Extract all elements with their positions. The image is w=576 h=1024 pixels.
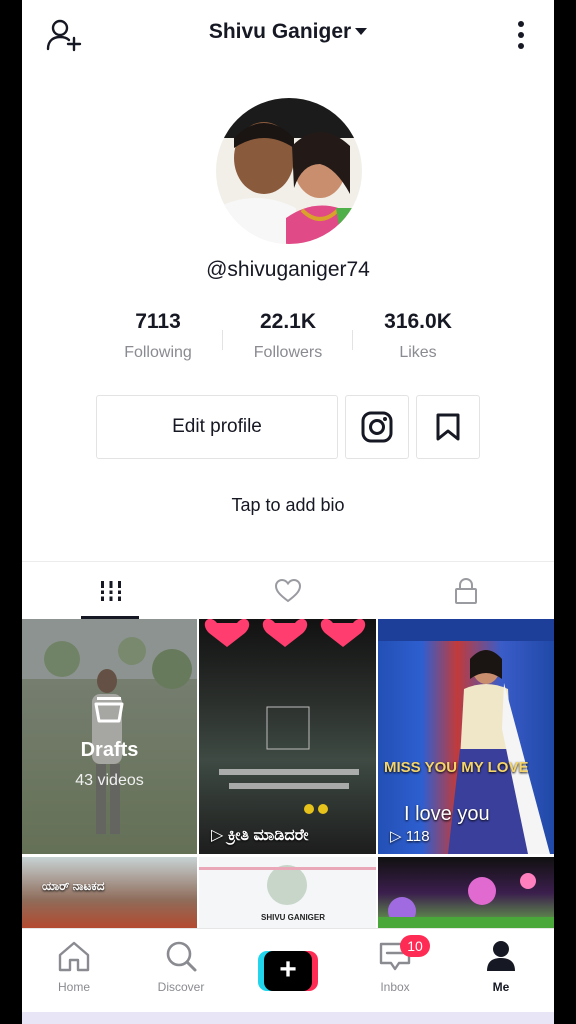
username: @shivuganiger74 — [206, 258, 370, 281]
nav-discover[interactable]: Discover — [136, 939, 226, 994]
video-thumbnail[interactable] — [378, 857, 554, 929]
video-artwork — [378, 873, 554, 929]
page-title: Shivu Ganiger — [208, 20, 352, 43]
nav-label: Discover — [157, 980, 205, 994]
nav-label: Home — [57, 980, 90, 994]
create-plus-icon: + — [264, 951, 312, 991]
nav-label: Inbox — [380, 980, 410, 994]
more-vertical-icon[interactable] — [516, 18, 526, 52]
stat-value: 22.1K — [259, 310, 317, 333]
grid-icon — [98, 581, 123, 601]
stat-value: 316.0K — [384, 310, 452, 333]
stat-value: 7113 — [135, 310, 181, 333]
drafts-box-icon — [94, 697, 124, 723]
video-caption: ಯಾರ್ ನಾಟಕದ — [42, 879, 105, 893]
nav-home[interactable]: Home — [29, 939, 119, 994]
tab-liked[interactable] — [199, 562, 376, 620]
video-caption: SHIVU GANIGER — [261, 913, 326, 922]
nav-me[interactable]: Me — [456, 939, 546, 994]
edit-profile-button[interactable]: Edit profile — [96, 395, 338, 459]
drafts-count: 43 videos — [75, 772, 144, 789]
video-grid: Drafts 43 videos ▷ ಕ್ರೀತಿ ಮಾಡಿದರೇ MISS Y… — [22, 619, 554, 929]
video-thumbnail[interactable]: SHIVU GANIGER — [199, 857, 376, 929]
chevron-down-icon — [355, 28, 368, 36]
bottom-nav: Home Discover + 10 Inbox Me — [22, 928, 554, 1012]
video-views: ▷ 118 — [390, 828, 430, 845]
system-gesture-bar — [22, 1012, 554, 1024]
video-thumbnail[interactable]: MISS YOU MY LOVE I love you ▷ 118 — [378, 619, 554, 854]
video-thumbnail[interactable]: ▷ ಕ್ರೀತಿ ಮಾಡಿದರೇ — [199, 619, 376, 854]
nav-label: Me — [492, 980, 510, 994]
home-icon — [58, 941, 90, 972]
tab-private[interactable] — [377, 562, 554, 620]
drafts-label: Drafts — [80, 739, 139, 761]
drafts-overlay — [22, 619, 197, 854]
lock-icon — [454, 577, 477, 604]
bio-prompt[interactable]: Tap to add bio — [22, 495, 554, 516]
content-tabs — [22, 561, 554, 620]
drafts-tile[interactable]: Drafts 43 videos — [22, 619, 197, 854]
video-caption-bottom: I love you — [404, 803, 490, 825]
favorites-button[interactable] — [416, 395, 480, 459]
stat-followers[interactable]: 22.1K Followers — [218, 310, 358, 362]
stat-label: Following — [124, 344, 192, 361]
video-artwork — [204, 619, 366, 814]
tab-videos[interactable] — [22, 562, 199, 620]
person-icon — [487, 941, 515, 971]
video-caption: ▷ ಕ್ರೀತಿ ಮಾಡಿದರೇ — [211, 827, 309, 844]
profile-screen: Shivu Ganiger @shivuganiger74 7113 Follo… — [22, 0, 554, 1012]
account-switcher[interactable]: Shivu Ganiger — [22, 20, 554, 44]
bookmark-icon — [436, 413, 460, 441]
stat-following[interactable]: 7113 Following — [88, 310, 228, 362]
instagram-icon — [361, 411, 393, 443]
video-thumbnail[interactable]: ಯಾರ್ ನಾಟಕದ — [22, 857, 197, 929]
stat-label: Followers — [253, 344, 323, 361]
stat-likes[interactable]: 316.0K Likes — [348, 310, 488, 362]
stat-label: Likes — [399, 344, 437, 361]
search-icon — [166, 941, 197, 972]
header: Shivu Ganiger — [22, 0, 554, 70]
create-button[interactable]: + — [258, 951, 318, 991]
nav-inbox[interactable]: 10 Inbox — [350, 935, 440, 994]
heart-icon — [274, 578, 301, 603]
video-caption-top: MISS YOU MY LOVE — [384, 759, 529, 776]
avatar[interactable] — [216, 98, 362, 244]
instagram-button[interactable] — [345, 395, 409, 459]
notification-badge: 10 — [400, 935, 430, 957]
